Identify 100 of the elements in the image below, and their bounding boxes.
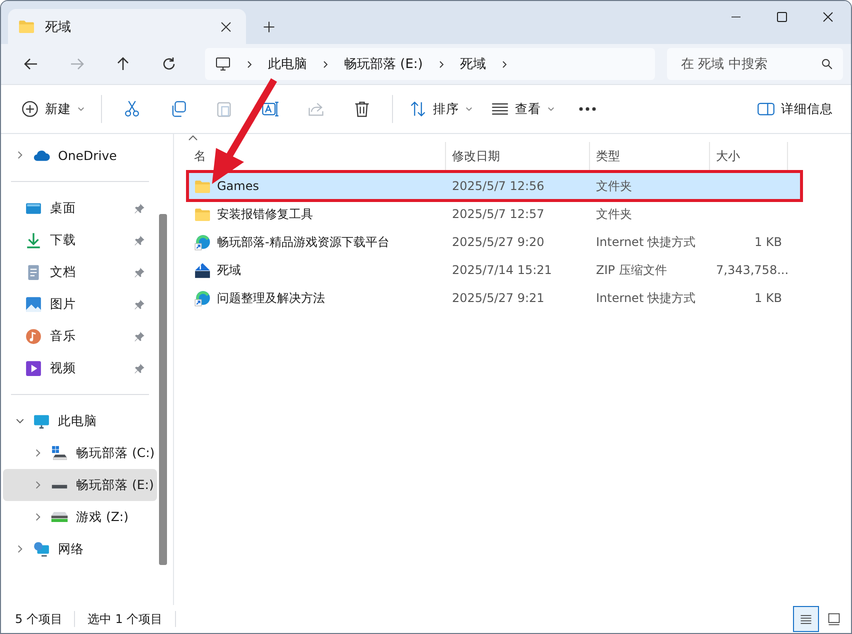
sidebar-item[interactable]: 文档 [3,256,157,288]
selection-count: 选中 1 个项目 [87,610,163,628]
drive-icon [51,444,68,462]
expand-chevron-icon [33,480,43,490]
details-button[interactable]: 详细信息 [749,92,841,126]
window-tab[interactable]: 死域 [8,9,246,44]
forward-arrow-icon [69,56,85,72]
sort-arrows-icon [409,100,427,118]
plus-circle-icon [21,100,39,118]
expand-chevron-icon [15,150,25,160]
file-row[interactable]: 畅玩部落-精品游戏资源下载平台 2025/5/27 9:20 Internet 快捷方式 1 KB [188,228,801,256]
download-arrow-icon [25,232,42,248]
file-name: 安装报错修复工具 [217,206,313,222]
video-icon [25,360,42,376]
list-view-icon [799,612,813,626]
sidebar-item[interactable]: OneDrive [3,139,157,171]
drive-icon [51,512,68,522]
back-arrow-icon [23,56,39,72]
size-cell-text: 1 KB [753,235,783,249]
dropdown-caret-icon [77,105,85,113]
collapse-chevron-icon [15,416,25,426]
file-name: Games [217,179,259,193]
type-cell-text: Internet 快捷方式 [595,234,696,250]
details-pane-icon [757,100,775,118]
file-row[interactable]: Games 2025/5/7 12:56 文件夹 [188,172,801,200]
details-view-button[interactable] [793,606,819,632]
date-cell-text: 2025/5/27 9:21 [451,291,546,305]
folder-icon [194,206,211,222]
music-note-icon [25,328,42,344]
breadcrumb[interactable]: 畅玩部落 (E:) [344,55,423,73]
up-arrow-icon [115,56,131,72]
maximize-icon [776,11,788,23]
sidebar-item[interactable]: 视频 [3,352,157,384]
size-cell-text: 7,343,758... [715,263,788,277]
sidebar-item[interactable]: 桌面 [3,192,157,224]
breadcrumb[interactable]: 死域 [460,55,486,73]
chevron-icon [436,60,446,68]
pin-icon [134,234,145,246]
sidebar-item[interactable]: 此电脑 [3,405,157,437]
chevron-icon [245,60,254,68]
browser-shortcut-icon [194,234,211,250]
expand-chevron-icon [33,448,43,458]
scissors-icon [123,100,141,118]
close-icon [220,20,232,32]
document-icon [25,264,42,280]
dropdown-caret-icon [465,105,473,113]
network-globe-icon [33,540,50,558]
sidebar-item[interactable]: 畅玩部落 (C:) [3,437,157,469]
sidebar-item[interactable]: 网络 [3,533,157,565]
type-cell-text: ZIP 压缩文件 [595,262,668,278]
rename-icon [261,100,279,118]
more-dots-icon [578,107,596,111]
close-icon [822,11,834,23]
pin-icon [134,298,145,310]
plus-icon [262,20,276,34]
date-cell-text: 2025/5/27 9:20 [451,235,546,249]
search-icon [821,58,833,70]
file-row[interactable]: 问题整理及解决方法 2025/5/27 9:21 Internet 快捷方式 1 KB [188,284,801,312]
date-cell-text: 2025/7/14 15:21 [451,263,553,277]
monitor-icon [215,56,231,72]
sidebar-item[interactable]: 图片 [3,288,157,320]
file-name: 畅玩部落-精品游戏资源下载平台 [217,234,390,250]
dropdown-caret-icon [547,105,555,113]
file-row[interactable]: 安装报错修复工具 2025/5/7 12:57 文件夹 [188,200,801,228]
view-button[interactable]: 查看 [483,92,563,126]
monitor-icon [33,412,50,430]
sort-button[interactable]: 排序 [401,92,481,126]
sidebar-item[interactable]: 畅玩部落 (E:) [3,469,157,501]
chevron-icon [500,60,509,68]
search-field[interactable]: 在 死域 中搜索 [667,48,843,80]
date-cell-text: 2025/5/7 12:57 [451,207,546,221]
file-name: 死域 [217,262,241,278]
new-button[interactable]: 新建 [13,92,93,126]
folder-icon [194,178,211,194]
date-cell-text: 2025/5/7 12:56 [451,179,546,193]
expand-chevron-icon [33,512,43,522]
pin-icon [134,362,145,374]
sidebar-item[interactable]: 音乐 [3,320,157,352]
pin-icon [134,330,145,342]
type-cell-text: 文件夹 [595,178,633,194]
address-bar[interactable]: 此电脑 畅玩部落 (E:) 死域 [205,48,655,80]
zip-archive-icon [194,262,211,278]
sidebar-item[interactable]: 下载 [3,224,157,256]
browser-shortcut-icon [194,290,211,306]
sidebar-item[interactable]: 游戏 (Z:) [3,501,157,533]
clipboard-icon [215,100,233,118]
breadcrumb[interactable]: 此电脑 [268,55,307,73]
chevron-icon [321,60,330,68]
tab-title: 死域 [45,18,72,36]
share-icon [307,100,325,118]
pin-icon [134,266,145,278]
trash-icon [353,100,371,118]
file-name: 问题整理及解决方法 [217,290,325,306]
file-row[interactable]: 死域 2025/7/14 15:21 ZIP 压缩文件 7,343,758... [188,256,801,284]
item-count: 5 个项目 [15,610,62,628]
refresh-icon [161,56,177,72]
type-cell-text: Internet 快捷方式 [595,290,696,306]
picture-icon [25,296,42,312]
size-cell-text: 1 KB [753,291,783,305]
sort-up-icon [188,134,198,142]
